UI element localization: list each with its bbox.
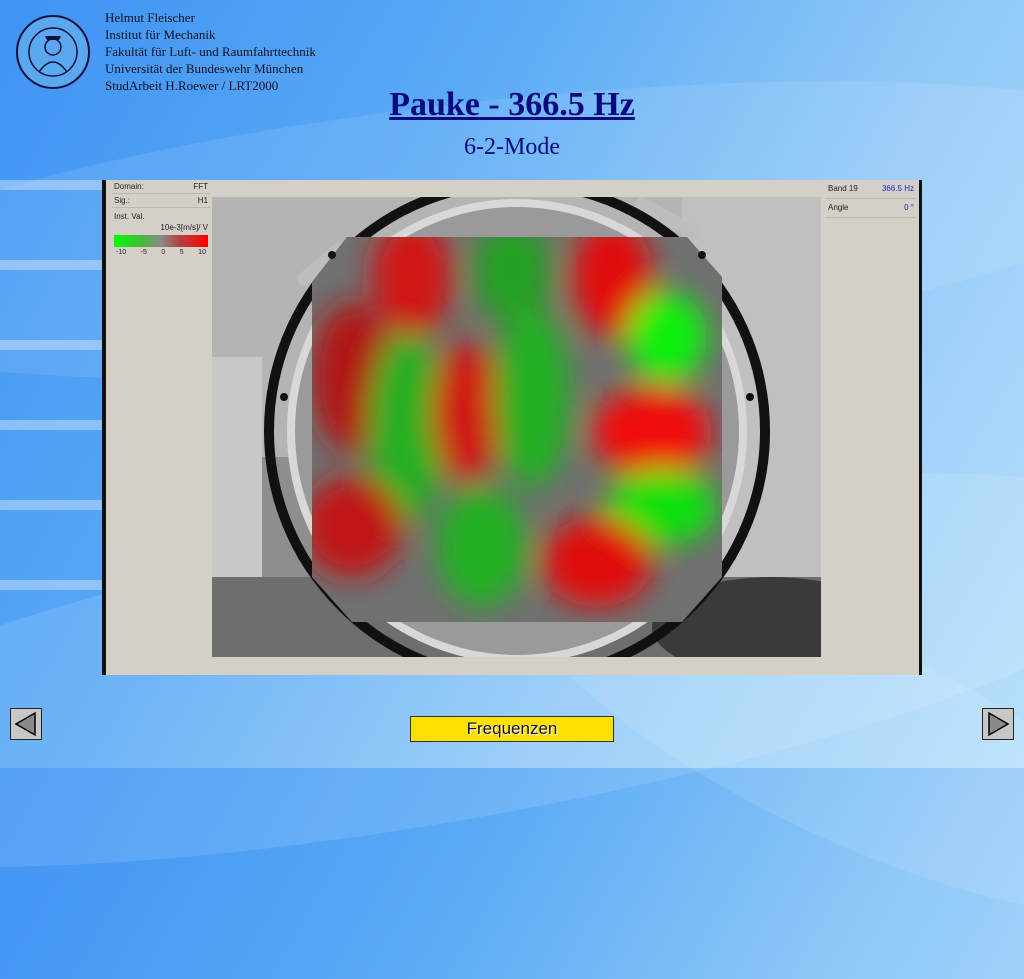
frequenzen-button[interactable]: Frequenzen xyxy=(410,716,614,742)
page-subtitle: 6-2-Mode xyxy=(464,134,560,160)
faculty: Fakultät für Luft- und Raumfahrttechnik xyxy=(105,44,316,59)
legend-panel: Domain: FFT Sig.: H1 Inst. Val. 10e-3[m/… xyxy=(112,180,210,670)
decorative-stripes xyxy=(0,180,105,620)
color-scale-bar xyxy=(114,235,208,247)
angle-label: Angle xyxy=(828,203,849,212)
vibrometer-view: Domain: FFT Sig.: H1 Inst. Val. 10e-3[m/… xyxy=(102,180,922,675)
scale-tick: 5 xyxy=(179,249,184,256)
scale-tick: -5 xyxy=(140,249,147,256)
page-title: Pauke - 366.5 Hz xyxy=(389,86,635,123)
institute: Institut für Mechanik xyxy=(105,27,216,42)
arrow-right-icon xyxy=(988,711,1010,737)
inst-val-label: Inst. Val. xyxy=(114,212,145,221)
author-name: Helmut Fleischer xyxy=(105,10,195,25)
angle-value: 0 ° xyxy=(904,203,914,212)
band-value: 366.5 Hz xyxy=(881,184,914,193)
university: Universität der Bundeswehr München xyxy=(105,61,304,76)
domain-value: FFT xyxy=(193,182,208,191)
signal-label: Sig.: xyxy=(114,196,131,205)
drum-vibration-image xyxy=(212,197,821,657)
next-slide-button[interactable] xyxy=(982,708,1014,740)
signal-value: H1 xyxy=(197,196,208,205)
scale-tick: 0 xyxy=(161,249,166,256)
university-seal-logo xyxy=(15,14,91,90)
scale-tick: -10 xyxy=(116,249,127,256)
author-info: Helmut Fleischer Institut für Mechanik F… xyxy=(105,9,316,94)
band-label: Band 19 xyxy=(828,184,858,193)
unit-label: 10e-3[m/s]/ V xyxy=(160,223,208,232)
domain-label: Domain: xyxy=(114,182,144,191)
previous-slide-button[interactable] xyxy=(10,708,42,740)
info-panel: Band 19 366.5 Hz Angle 0 ° xyxy=(826,180,916,218)
scale-tick: 10 xyxy=(198,249,206,256)
arrow-left-icon xyxy=(14,711,36,737)
color-scale-ticks: -10 -5 0 5 10 xyxy=(112,247,210,258)
